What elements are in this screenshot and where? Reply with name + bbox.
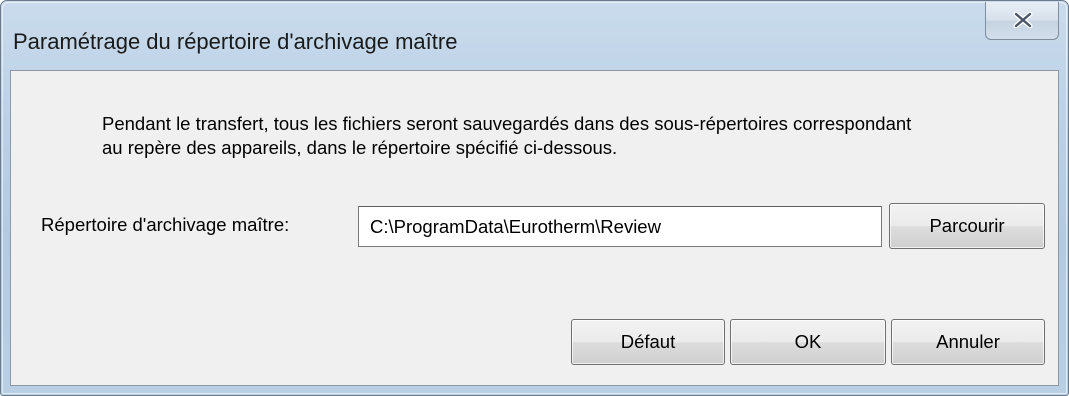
close-button[interactable] — [985, 2, 1059, 40]
info-message-line-1: Pendant le transfert, tous les fichiers … — [102, 113, 912, 134]
dialog-window: Paramétrage du répertoire d'archivage ma… — [0, 0, 1069, 396]
ok-button[interactable]: OK — [730, 319, 886, 365]
window-title: Paramétrage du répertoire d'archivage ma… — [13, 29, 458, 54]
dialog-content: Pendant le transfert, tous les fichiers … — [10, 70, 1059, 386]
info-message: Pendant le transfert, tous les fichiers … — [102, 112, 1042, 160]
cancel-button[interactable]: Annuler — [891, 319, 1045, 365]
close-icon — [1013, 12, 1033, 28]
info-message-line-2: au repère des appareils, dans le réperto… — [102, 137, 618, 158]
archive-directory-input[interactable] — [358, 206, 882, 247]
default-button[interactable]: Défaut — [571, 319, 725, 365]
archive-directory-label: Répertoire d'archivage maître: — [41, 214, 290, 235]
browse-button[interactable]: Parcourir — [889, 203, 1045, 249]
